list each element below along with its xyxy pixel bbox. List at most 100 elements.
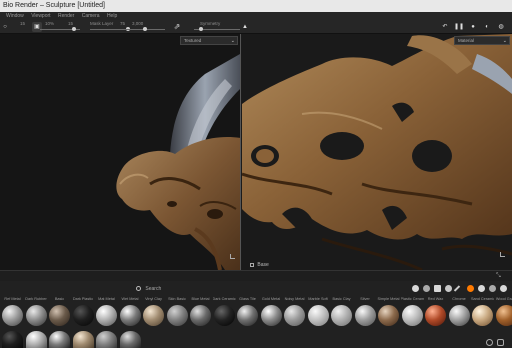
chevron-down-icon: ⌄ (230, 38, 235, 44)
base-layer-label[interactable]: Base (250, 262, 269, 268)
material-swatch[interactable] (2, 305, 23, 326)
symmetry-slider[interactable] (194, 27, 240, 31)
collapse-icon[interactable]: ⤡ (496, 273, 501, 280)
material-search-placeholder: Search (145, 286, 162, 292)
material-swatch[interactable] (96, 305, 117, 326)
material-swatch[interactable] (72, 331, 94, 348)
viewport-left-mode-select[interactable]: Textured ⌄ (180, 36, 238, 45)
checkbox-icon[interactable] (250, 262, 254, 267)
material-swatch[interactable] (284, 305, 305, 326)
material-swatch[interactable] (143, 305, 164, 326)
camera-icon[interactable]: ◐ (482, 22, 492, 32)
symmetry-icon[interactable]: ⇗ (172, 22, 182, 32)
material-label: Ref Metal (4, 297, 21, 301)
sphere-icon[interactable] (412, 285, 419, 292)
menu-item-help[interactable]: Help (107, 12, 117, 20)
material-label: Skin Basic (168, 297, 186, 301)
toolbar-label: 75 (120, 21, 126, 26)
app-window: Bio Render – Sculpture [Untitled] Window… (0, 0, 512, 348)
slider-knob[interactable] (72, 27, 76, 31)
menu-item-viewport[interactable]: Viewport (31, 12, 50, 20)
layer-icon[interactable]: ▲ (240, 22, 250, 32)
material-swatch[interactable] (2, 331, 23, 348)
material-swatch[interactable] (448, 305, 470, 326)
material-swatch[interactable] (260, 305, 282, 326)
material-swatch[interactable] (190, 305, 211, 326)
viewport-right-mode-value: Material (458, 38, 475, 43)
menu-item-render[interactable]: Render (58, 12, 74, 20)
material-swatch[interactable] (25, 331, 47, 348)
toolbar-pin-icon[interactable]: ○ (2, 22, 8, 32)
material-label: Basic Clay (332, 297, 351, 301)
material-swatch[interactable] (25, 305, 47, 326)
more-icon[interactable] (500, 285, 507, 292)
chevron-down-icon: ⌄ (502, 38, 507, 44)
material-label: Chrome (452, 297, 466, 301)
material-swatch[interactable] (425, 305, 446, 326)
material-swatch[interactable] (96, 331, 117, 348)
material-swatch[interactable] (237, 305, 258, 326)
line-icon[interactable] (453, 285, 461, 292)
material-label: Wood Grain (495, 297, 512, 301)
corner-handle-icon[interactable] (500, 252, 505, 257)
menu-item-camera[interactable]: Camera (82, 12, 100, 20)
material-swatch[interactable] (166, 305, 188, 326)
material-swatch[interactable] (331, 305, 352, 326)
material-swatch[interactable] (401, 305, 423, 326)
slider-knob[interactable] (199, 27, 203, 31)
material-label: Dark Ceramic (212, 297, 236, 301)
material-labels: Ref Metal Dark Rubber Basic Dark Plastic Mat… (0, 297, 512, 304)
circle-icon[interactable] (486, 339, 493, 346)
material-label: Dark Plastic (72, 297, 94, 301)
toolbar-label: 15 (68, 21, 74, 26)
material-swatch[interactable] (307, 305, 329, 326)
material-row (0, 305, 512, 329)
viewport-left[interactable]: Textured ⌄ (0, 34, 241, 270)
pause-icon[interactable]: ❚❚ (454, 22, 464, 32)
brush-icon[interactable] (445, 285, 452, 292)
material-swatch[interactable] (119, 331, 141, 348)
accent-swatch-icon[interactable] (467, 285, 474, 292)
material-label: Wet Metal (121, 297, 139, 301)
material-swatch[interactable] (495, 305, 512, 326)
material-row-second (0, 331, 512, 348)
material-swatch[interactable] (72, 305, 94, 326)
slider-knob[interactable] (143, 27, 147, 31)
viewport-right-mode-select[interactable]: Material ⌄ (454, 36, 510, 45)
material-label: Red Wax (427, 297, 444, 301)
corner-handle-icon[interactable] (230, 254, 235, 259)
material-search[interactable]: Search (136, 286, 161, 292)
material-swatch[interactable] (119, 305, 141, 326)
menu-item-window[interactable]: Window (6, 12, 24, 20)
add-icon[interactable] (489, 285, 496, 292)
base-layer-text: Base (257, 262, 269, 268)
record-icon[interactable]: ● (468, 22, 478, 32)
material-label: Marble Soft (308, 297, 328, 301)
material-swatch[interactable] (378, 305, 399, 326)
material-icon[interactable] (423, 285, 430, 292)
settings-icon[interactable]: ◍ (496, 22, 506, 32)
material-swatch[interactable] (213, 305, 235, 326)
material-swatch[interactable] (354, 305, 376, 326)
material-label: Vinyl Clay (145, 297, 162, 301)
material-label: Plastic Ceramic (400, 297, 424, 301)
grid-icon[interactable] (434, 285, 441, 292)
brush-size-slider[interactable] (40, 27, 80, 31)
square-icon[interactable] (497, 339, 504, 346)
toolbar-label: 15 (20, 21, 26, 26)
material-label: Basic (54, 297, 65, 301)
material-label: Mat Metal (98, 297, 115, 301)
material-swatch[interactable] (472, 305, 493, 326)
strength-slider[interactable] (125, 27, 165, 31)
search-icon (136, 286, 141, 292)
window-title: Bio Render – Sculpture [Untitled] (3, 2, 105, 9)
material-swatch[interactable] (49, 331, 70, 348)
sculpt-scene-right (242, 34, 512, 270)
material-label: Sand Ceramic (471, 297, 494, 301)
brush-size-button[interactable]: ▣ (32, 22, 42, 32)
title-bar: Bio Render – Sculpture [Untitled] (0, 0, 512, 12)
undo-icon[interactable]: ↶ (440, 22, 450, 32)
material-swatch[interactable] (49, 305, 70, 326)
viewport-right[interactable]: Material ⌄ (242, 34, 512, 270)
filter-icon[interactable] (478, 285, 485, 292)
